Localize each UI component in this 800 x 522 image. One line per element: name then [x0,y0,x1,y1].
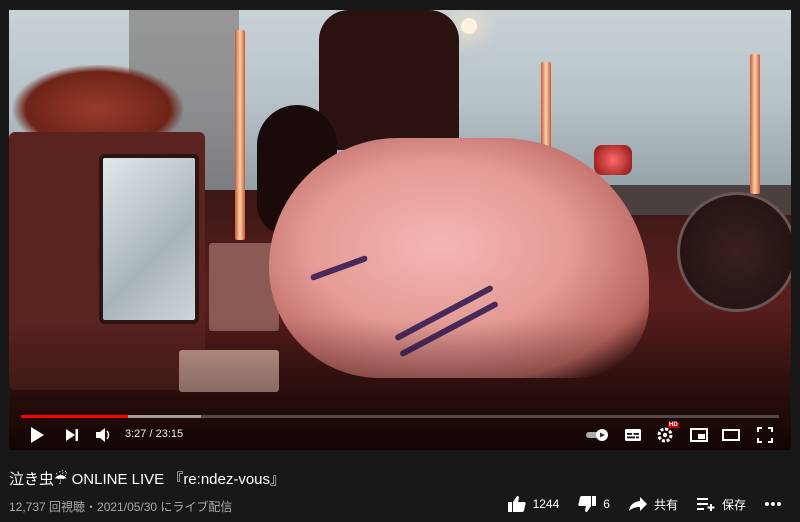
save-icon [696,498,715,511]
like-count: 1244 [532,497,560,511]
like-button[interactable]: 1244 [507,495,560,513]
share-button[interactable]: 共有 [628,496,678,513]
fullscreen-button[interactable] [751,422,779,448]
video-title: 泣き虫☔ ONLINE LIVE 『re:ndez-vous』 [9,471,286,488]
progress-bar[interactable] [21,415,779,418]
more-icon [765,502,781,506]
progress-played [21,415,128,418]
player-controls: 3:27 / 23:15 HD [9,420,791,450]
more-actions-button[interactable] [764,501,788,507]
next-button[interactable] [58,422,86,448]
save-button[interactable]: 保存 [696,496,746,513]
fullscreen-icon [757,427,773,443]
save-label: 保存 [721,497,746,512]
autoplay-toggle-icon [586,429,608,441]
video-frame [9,10,791,450]
hd-badge: HD [668,422,679,428]
video-actions: 1244 6 共有 保存 [489,495,788,513]
dislike-button[interactable]: 6 [577,495,610,513]
volume-button[interactable] [89,422,117,448]
time-display: 3:27 / 23:15 [125,428,184,440]
play-button[interactable] [23,422,51,448]
volume-icon [96,428,110,442]
dislike-count: 6 [603,497,610,511]
miniplayer-icon [690,428,708,442]
subtitles-button[interactable] [619,422,647,448]
subtitles-icon [625,429,641,441]
share-icon [628,497,647,511]
video-player[interactable]: 3:27 / 23:15 HD [9,10,791,450]
dislike-icon [578,496,597,512]
share-label: 共有 [653,497,678,512]
next-icon [66,429,78,441]
settings-button[interactable]: HD [651,422,679,448]
theater-icon [722,429,740,441]
view-count-and-date: 12,737 回視聴・2021/05/30 にライブ配信 [9,500,233,514]
settings-icon [657,427,673,443]
miniplayer-button[interactable] [685,422,713,448]
autoplay-toggle[interactable] [583,422,613,448]
theater-mode-button[interactable] [717,422,745,448]
play-icon [31,427,44,443]
like-icon [507,496,526,512]
